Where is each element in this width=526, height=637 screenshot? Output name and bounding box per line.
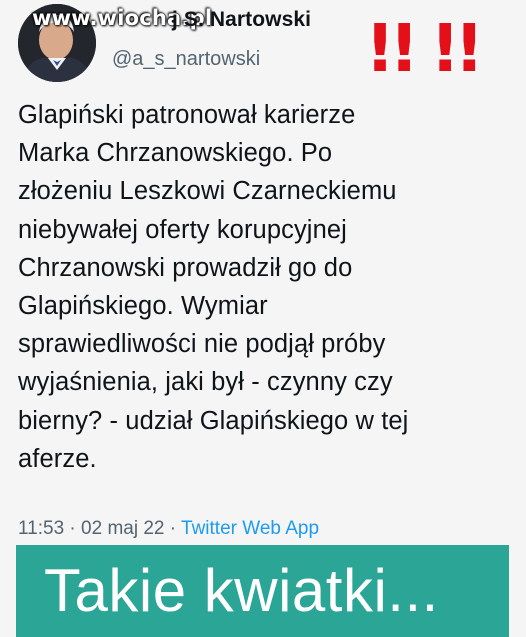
alert-exclamation-marks: !! !!	[365, 10, 484, 87]
tweet-text: Glapiński patronował karierze Marka Chrz…	[18, 101, 409, 473]
meta-separator: ·	[69, 518, 76, 539]
tweet-time[interactable]: 11:53	[18, 518, 64, 539]
caption-banner: Takie kwiatki...	[16, 545, 509, 637]
meta-separator: ·	[169, 518, 177, 539]
author-display-name-visible: j S. Nartowski	[172, 8, 312, 31]
tweet-metadata: 11:53 · 02 maj 22 · Twitter Web App	[18, 518, 319, 540]
caption-text: Takie kwiatki...	[44, 557, 439, 624]
tweet-date[interactable]: 02 maj 22	[81, 518, 164, 539]
author-handle[interactable]: @a_s_nartowski	[112, 48, 260, 71]
tweet-source-link[interactable]: Twitter Web App	[181, 518, 319, 539]
author-display-name[interactable]: Andrzj S. Nartowski	[112, 8, 311, 32]
tweet-card: www.wiocha.pl Andrzj S. Nartowski @a_s_n…	[0, 0, 526, 545]
